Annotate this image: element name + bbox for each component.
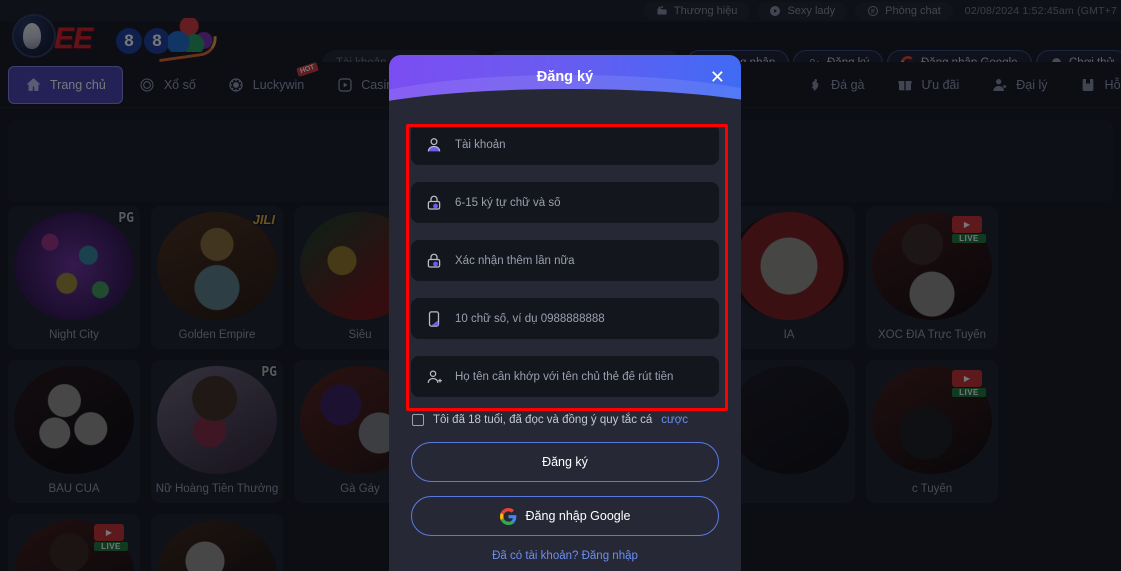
field-phone[interactable] <box>411 298 719 339</box>
terms-text: Tôi đã 18 tuổi, đã đọc và đồng ý quy tắc… <box>433 414 653 426</box>
fullname-input[interactable] <box>455 370 706 383</box>
modal-footer-link[interactable]: Đã có tài khoản? Đăng nhập <box>411 550 719 562</box>
modal-header: Đăng ký ✕ <box>389 55 741 110</box>
submit-register-button[interactable]: Đăng ký <box>411 442 719 482</box>
terms-link[interactable]: cược <box>661 414 688 426</box>
submit-register-label: Đăng ký <box>542 455 588 469</box>
google-login-label: Đăng nhập Google <box>525 509 631 523</box>
lock-icon <box>424 193 444 213</box>
confirm-password-input[interactable] <box>455 254 706 267</box>
google-icon <box>499 507 517 525</box>
modal-title: Đăng ký <box>536 69 594 85</box>
modal-body: Tôi đã 18 tuổi, đã đọc và đồng ý quy tắc… <box>389 110 741 562</box>
google-login-button[interactable]: Đăng nhập Google <box>411 496 719 536</box>
field-confirm-password[interactable] <box>411 240 719 281</box>
username-input[interactable] <box>455 138 706 151</box>
phone-input[interactable] <box>455 312 706 325</box>
terms-row: Tôi đã 18 tuổi, đã đọc và đồng ý quy tắc… <box>412 414 719 426</box>
close-icon[interactable]: ✕ <box>710 68 725 86</box>
user-plus-icon <box>424 367 444 387</box>
field-password[interactable] <box>411 182 719 223</box>
page-root: Thương hiệu Sexy lady Phòng chat 02/08/2… <box>0 0 1121 571</box>
user-icon <box>424 135 444 155</box>
lock-icon <box>424 251 444 271</box>
phone-icon <box>424 309 444 329</box>
field-username[interactable] <box>411 124 719 165</box>
terms-checkbox[interactable] <box>412 414 424 426</box>
register-modal: Đăng ký ✕ Tài khoản 6-15 ký tự chữ và số… <box>389 55 741 571</box>
password-input[interactable] <box>455 196 706 209</box>
field-fullname[interactable] <box>411 356 719 397</box>
